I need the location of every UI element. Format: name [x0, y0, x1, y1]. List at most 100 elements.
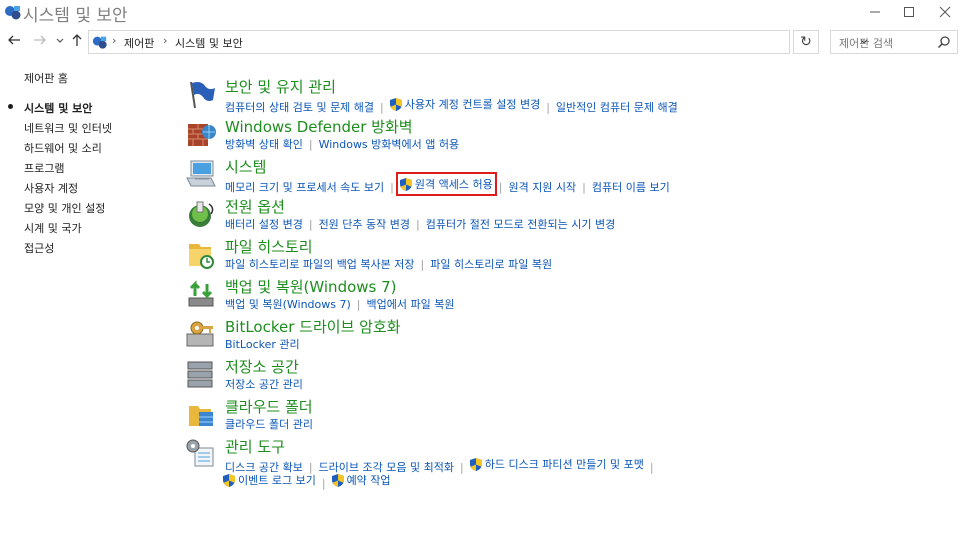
category-title[interactable]: 전원 옵션 [225, 196, 285, 217]
forward-button[interactable] [32, 33, 48, 51]
up-button[interactable] [70, 33, 84, 51]
category-links: BitLocker 관리 [225, 336, 300, 352]
control-panel-icon [5, 6, 21, 20]
breadcrumb-control-panel[interactable]: 제어판 [124, 35, 154, 51]
search-box[interactable]: 제어판 검색 [830, 30, 958, 54]
category-links: 방화벽 상태 확인 | Windows 방화벽에서 앱 허용 [225, 136, 459, 152]
category-title[interactable]: 저장소 공간 [225, 356, 299, 377]
link-sleep-timing[interactable]: 컴퓨터가 절전 모드로 전환되는 시기 변경 [426, 216, 616, 232]
close-button[interactable] [928, 0, 962, 24]
uac-shield-icon [389, 97, 402, 111]
chevron-right-icon: › [163, 34, 168, 47]
category-title[interactable]: 클라우드 폴더 [225, 396, 313, 417]
current-bullet [8, 104, 13, 109]
category-links: 메모리 크기 및 프로세서 속도 보기 | 원격 액세스 허용 | 원격 지원 시작 | 컴… [225, 172, 670, 196]
firewall-icon [188, 124, 216, 146]
link-backup-restore-win7[interactable]: 백업 및 복원(Windows 7) [225, 296, 351, 312]
link-power-button[interactable]: 전원 단추 동작 변경 [319, 216, 410, 232]
link-restore-from-backup[interactable]: 백업에서 파일 복원 [367, 296, 455, 312]
nav-item-hardware[interactable]: 하드웨어 및 소리 [24, 140, 102, 156]
category-links: 저장소 공간 관리 [225, 376, 303, 392]
minimize-icon [870, 11, 880, 13]
category-links: 백업 및 복원(Windows 7) | 백업에서 파일 복원 [225, 296, 454, 312]
link-uac-settings[interactable]: 사용자 계정 컨트롤 설정 변경 [389, 96, 541, 112]
link-manage-cloud-folder[interactable]: 클라우드 폴더 관리 [225, 416, 313, 432]
link-computer-name[interactable]: 컴퓨터 이름 보기 [592, 179, 670, 195]
chevron-down-icon [56, 38, 64, 43]
category-links-row2: 이벤트 로그 보기 | 예약 작업 [223, 472, 391, 490]
link-save-backup[interactable]: 파일 히스토리로 파일의 백업 복사본 저장 [225, 256, 415, 272]
link-text: 예약 작업 [346, 474, 391, 487]
link-review-status[interactable]: 컴퓨터의 상태 검토 및 문제 해결 [225, 99, 374, 115]
control-panel-home-link[interactable]: 제어판 홈 [24, 70, 68, 86]
flag-icon [190, 81, 215, 109]
power-icon [189, 201, 214, 227]
link-separator: | [390, 180, 394, 194]
link-manage-bitlocker[interactable]: BitLocker 관리 [225, 336, 300, 352]
category-links: 클라우드 폴더 관리 [225, 416, 313, 432]
uac-shield-icon [223, 473, 235, 487]
link-partition-format[interactable]: 하드 디스크 파티션 만들기 및 포맷 [469, 456, 644, 472]
link-text: 이벤트 로그 보기 [238, 474, 316, 487]
nav-item-appearance[interactable]: 모양 및 개인 설정 [24, 200, 105, 216]
window-title: 시스템 및 보안 [23, 6, 128, 26]
minimize-button[interactable] [858, 0, 892, 24]
nav-item-user-accounts[interactable]: 사용자 계정 [24, 180, 78, 196]
close-icon [939, 6, 951, 18]
category-links: 배터리 설정 변경 | 전원 단추 동작 변경 | 컴퓨터가 절전 모드로 전환되는 시… [225, 216, 615, 232]
link-separator: | [416, 218, 420, 231]
link-allow-app[interactable]: Windows 방화벽에서 앱 허용 [319, 136, 460, 152]
link-scheduled-tasks[interactable]: 예약 작업 [331, 472, 391, 488]
maximize-button[interactable] [892, 0, 926, 24]
category-title[interactable]: 보안 및 유지 관리 [225, 76, 336, 97]
category-title[interactable]: 백업 및 복원(Windows 7) [225, 276, 397, 297]
category-title[interactable]: 관리 도구 [225, 436, 285, 457]
link-separator: | [649, 460, 654, 474]
back-button[interactable] [6, 33, 22, 51]
link-battery-settings[interactable]: 배터리 설정 변경 [225, 216, 303, 232]
link-text: 원격 액세스 허용 [414, 178, 493, 191]
title-bar: 시스템 및 보안 [0, 0, 966, 26]
category-title[interactable]: 시스템 [225, 156, 266, 177]
uac-shield-icon [469, 457, 482, 471]
nav-item-network[interactable]: 네트워크 및 인터넷 [24, 120, 112, 136]
link-manage-storage[interactable]: 저장소 공간 관리 [225, 376, 303, 392]
refresh-button[interactable]: ↻ [793, 30, 819, 54]
chevron-right-icon: › [112, 34, 117, 47]
address-bar[interactable]: › 제어판 › 시스템 및 보안 [88, 30, 868, 54]
control-panel-icon [92, 36, 107, 49]
backup-icon [188, 280, 214, 307]
nav-item-programs[interactable]: 프로그램 [24, 160, 64, 176]
link-restore-files[interactable]: 파일 히스토리로 파일 복원 [430, 256, 552, 272]
nav-item-system-security[interactable]: 시스템 및 보안 [24, 100, 92, 116]
link-event-logs[interactable]: 이벤트 로그 보기 [223, 472, 316, 488]
link-firewall-status[interactable]: 방화벽 상태 확인 [225, 136, 303, 152]
link-separator: | [460, 460, 464, 474]
uac-shield-icon [331, 473, 344, 487]
file-history-icon [189, 244, 214, 269]
recent-locations-button[interactable] [54, 33, 66, 51]
link-text: 사용자 계정 컨트롤 설정 변경 [404, 98, 541, 111]
link-memory-speed[interactable]: 메모리 크기 및 프로세서 속도 보기 [225, 179, 384, 195]
address-row: › 제어판 › 시스템 및 보안 [0, 26, 966, 58]
category-title[interactable]: 파일 히스토리 [225, 236, 313, 257]
up-arrow-icon [72, 34, 82, 46]
link-separator: | [546, 100, 550, 114]
link-separator: | [308, 138, 313, 151]
link-separator: | [498, 180, 503, 194]
search-placeholder: 제어판 검색 [839, 37, 894, 50]
category-title[interactable]: Windows Defender 방화벽 [225, 116, 413, 137]
category-links: 컴퓨터의 상태 검토 및 문제 해결 | 사용자 계정 컨트롤 설정 변경 | 일반적인… [225, 96, 678, 115]
nav-item-clock-region[interactable]: 시계 및 국가 [24, 220, 82, 236]
breadcrumb-system-security[interactable]: 시스템 및 보안 [175, 35, 243, 51]
link-separator: | [380, 100, 384, 114]
link-separator: | [420, 258, 425, 271]
link-troubleshoot[interactable]: 일반적인 컴퓨터 문제 해결 [556, 99, 678, 115]
link-remote-assistance[interactable]: 원격 지원 시작 [508, 179, 576, 195]
search-icon [937, 36, 950, 49]
nav-item-accessibility[interactable]: 접근성 [24, 240, 54, 256]
link-allow-remote-access[interactable]: 원격 액세스 허용 [395, 172, 497, 196]
maximize-icon [904, 7, 914, 17]
category-title[interactable]: BitLocker 드라이브 암호화 [225, 316, 401, 337]
link-separator: | [308, 218, 313, 231]
